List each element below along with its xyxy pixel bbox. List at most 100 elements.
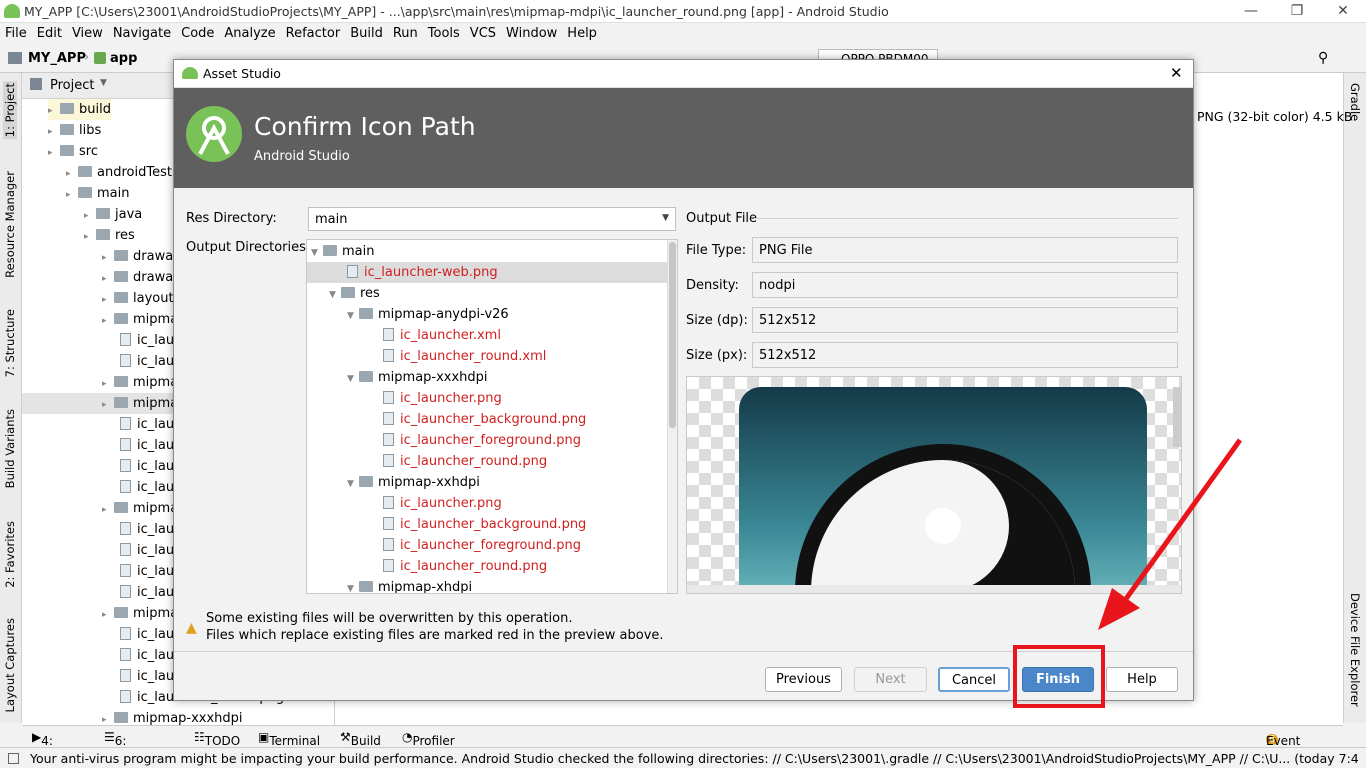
tab-project[interactable]: 1: Project	[3, 81, 17, 140]
expand-arrow-icon[interactable]: ▸	[48, 143, 60, 164]
project-tree-item[interactable]: ▸ java	[84, 204, 142, 225]
previous-button[interactable]: Previous	[765, 667, 842, 692]
bottom-tool-bar: ▶ 4: Run ☰ 6: Logcat ☷ TODO ▣ Terminal ⚒…	[22, 725, 1343, 762]
menu-item-vcs[interactable]: VCS	[465, 23, 501, 41]
profiler-tool-button[interactable]: ◔ Profiler	[402, 730, 455, 748]
project-tree-item[interactable]: ▸ libs	[48, 120, 101, 141]
output-tree-item[interactable]: ic_launcher.xml	[307, 325, 667, 346]
expand-arrow-icon[interactable]: ▸	[48, 122, 60, 143]
menu-item-help[interactable]: Help	[562, 23, 602, 41]
folder-icon	[96, 229, 110, 240]
output-tree-item[interactable]: ic_launcher_round.xml	[307, 346, 667, 367]
tab-device-file-explorer[interactable]: Device File Explorer	[1348, 593, 1362, 707]
logcat-tool-button[interactable]: ☰ 6: Logcat	[104, 730, 155, 762]
expand-arrow-icon[interactable]: ▸	[102, 374, 114, 395]
run-tool-button[interactable]: ▶ 4: Run	[32, 730, 64, 762]
menu-item-build[interactable]: Build	[345, 23, 388, 41]
status-toggle-icon[interactable]	[8, 753, 19, 764]
output-tree-item[interactable]: ic_launcher.png	[307, 493, 667, 514]
output-tree-item[interactable]: ic_launcher_round.png	[307, 451, 667, 472]
todo-tool-button[interactable]: ☷ TODO	[194, 730, 240, 748]
expand-arrow-icon[interactable]: ▸	[102, 269, 114, 290]
file-icon	[383, 391, 394, 404]
cancel-button[interactable]: Cancel	[938, 667, 1010, 692]
expand-arrow-icon[interactable]: ▸	[66, 185, 78, 206]
close-window-button[interactable]: ✕	[1320, 0, 1366, 23]
project-tree-item[interactable]: ▸ main	[66, 183, 129, 204]
output-tree-label: ic_launcher.png	[400, 496, 502, 511]
file-icon	[120, 333, 131, 346]
output-tree-item[interactable]: ▼ main	[307, 241, 667, 262]
build-tool-button[interactable]: ⚒ Build	[340, 730, 381, 748]
expand-arrow-icon[interactable]: ▸	[102, 395, 114, 416]
file-icon	[120, 627, 131, 640]
output-directories-tree[interactable]: ▼ main ic_launcher-web.png ▼ res ▼ mipmap-anyd…	[306, 239, 678, 594]
menu-item-refactor[interactable]: Refactor	[281, 23, 346, 41]
output-tree-item[interactable]: ▼ mipmap-xhdpi	[307, 577, 667, 593]
tab-structure[interactable]: 7: Structure	[3, 309, 17, 377]
output-tree-item[interactable]: ic_launcher_foreground.png	[307, 430, 667, 451]
expand-arrow-icon[interactable]: ▸	[84, 227, 96, 248]
project-tree-item[interactable]: ▸ build	[48, 99, 111, 120]
output-tree-item[interactable]: ▼ res	[307, 283, 667, 304]
terminal-tool-button[interactable]: ▣ Terminal	[258, 730, 320, 748]
help-button[interactable]: Help	[1106, 667, 1178, 692]
output-tree-item[interactable]: ic_launcher.png	[307, 388, 667, 409]
collapse-arrow-icon[interactable]: ▼	[329, 285, 341, 306]
chevron-down-icon[interactable]: ▼	[100, 78, 107, 88]
tree-scrollbar[interactable]	[667, 240, 677, 593]
menu-item-file[interactable]: File	[0, 23, 32, 41]
collapse-arrow-icon[interactable]: ▼	[347, 306, 359, 327]
menu-item-analyze[interactable]: Analyze	[219, 23, 280, 41]
tab-favorites[interactable]: 2: Favorites	[3, 521, 17, 588]
breadcrumb-module[interactable]: app	[110, 51, 137, 66]
output-tree-item[interactable]: ic_launcher_background.png	[307, 514, 667, 535]
project-tree-item[interactable]: ▸ res	[84, 225, 135, 246]
project-tree-item[interactable]: ▸ src	[48, 141, 98, 162]
collapse-arrow-icon[interactable]: ▼	[347, 369, 359, 390]
project-tree-item[interactable]: ▸ androidTest	[66, 162, 172, 183]
res-directory-select[interactable]: main ▼	[308, 207, 676, 231]
expand-arrow-icon[interactable]: ▸	[66, 164, 78, 185]
project-tree-label: main	[97, 186, 130, 201]
output-tree-item[interactable]: ic_launcher_background.png	[307, 409, 667, 430]
expand-arrow-icon[interactable]: ▸	[102, 311, 114, 332]
folder-icon	[114, 271, 128, 282]
minimize-button[interactable]: —	[1228, 0, 1274, 23]
output-tree-item[interactable]: ▼ mipmap-xxxhdpi	[307, 367, 667, 388]
tree-scroll-thumb[interactable]	[669, 242, 676, 428]
dialog-close-icon[interactable]: ✕	[1170, 64, 1183, 82]
expand-arrow-icon[interactable]: ▸	[48, 101, 60, 122]
menu-item-tools[interactable]: Tools	[423, 23, 465, 41]
menu-item-run[interactable]: Run	[388, 23, 423, 41]
menu-item-navigate[interactable]: Navigate	[108, 23, 176, 41]
expand-arrow-icon[interactable]: ▸	[102, 605, 114, 626]
restore-button[interactable]: ❐	[1274, 0, 1320, 23]
output-tree-item[interactable]: ▼ mipmap-anydpi-v26	[307, 304, 667, 325]
tab-layout-captures[interactable]: Layout Captures	[3, 618, 17, 712]
search-everywhere-icon[interactable]: ⚲	[1318, 50, 1328, 66]
expand-arrow-icon[interactable]: ▸	[84, 206, 96, 227]
output-tree-item[interactable]: ic_launcher_foreground.png	[307, 535, 667, 556]
next-button[interactable]: Next	[854, 667, 927, 692]
menu-item-edit[interactable]: Edit	[32, 23, 67, 41]
collapse-arrow-icon[interactable]: ▼	[347, 579, 359, 593]
file-icon	[347, 265, 358, 278]
expand-arrow-icon[interactable]: ▸	[102, 290, 114, 311]
project-tree-item[interactable]: ▸ layout	[102, 288, 174, 309]
tab-build-variants[interactable]: Build Variants	[3, 409, 17, 488]
menu-item-code[interactable]: Code	[176, 23, 219, 41]
tab-resource-manager[interactable]: Resource Manager	[3, 171, 17, 278]
breadcrumb-project[interactable]: MY_APP	[28, 51, 86, 66]
collapse-arrow-icon[interactable]: ▼	[311, 243, 323, 264]
output-tree-item[interactable]: ic_launcher-web.png	[307, 262, 667, 283]
menu-item-view[interactable]: View	[67, 23, 108, 41]
menu-item-window[interactable]: Window	[501, 23, 562, 41]
collapse-arrow-icon[interactable]: ▼	[347, 474, 359, 495]
project-view-selector[interactable]: Project	[50, 78, 94, 93]
expand-arrow-icon[interactable]: ▸	[102, 248, 114, 269]
output-tree-item[interactable]: ▼ mipmap-xxhdpi	[307, 472, 667, 493]
output-tree-item[interactable]: ic_launcher_round.png	[307, 556, 667, 577]
folder-icon	[114, 712, 128, 723]
expand-arrow-icon[interactable]: ▸	[102, 500, 114, 521]
